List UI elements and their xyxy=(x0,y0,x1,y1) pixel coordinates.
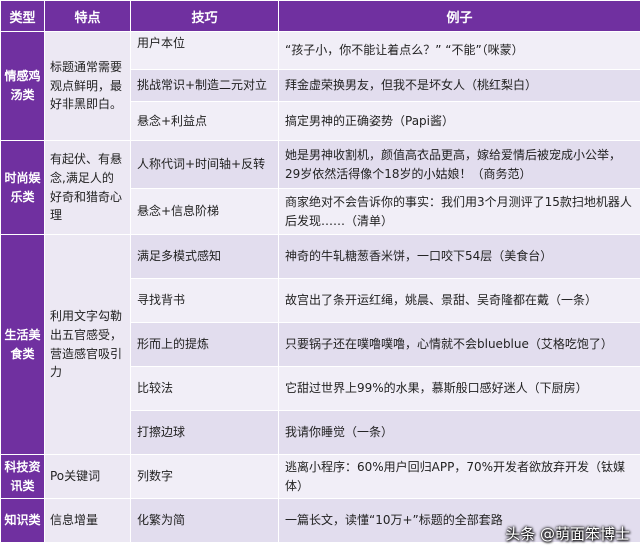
technique-cell: 挑战常识+制造二元对立 xyxy=(130,69,279,102)
technique-cell: 用户本位 xyxy=(130,31,279,70)
example-cell: 逃离小程序：60%用户回归APP，70%开发者欲放弃开发（钛媒体） xyxy=(278,454,640,499)
table-row: 科技资讯类 Po关键词 列数字 逃离小程序：60%用户回归APP，70%开发者欲… xyxy=(0,454,640,499)
feature-cell: 标题通常需要观点鲜明，最好非黑即白。 xyxy=(44,31,131,141)
category-cell: 情感鸡汤类 xyxy=(0,31,45,141)
feature-cell: 信息增量 xyxy=(44,498,131,543)
example-cell: 它甜过世界上99%的水果，慕斯般口感好迷人（下厨房） xyxy=(278,366,640,411)
table-row: 情感鸡汤类 标题通常需要观点鲜明，最好非黑即白。 用户本位 “孩子小，你不能让着… xyxy=(0,31,640,141)
header-feature: 特点 xyxy=(44,0,131,32)
category-cell: 时尚娱乐类 xyxy=(0,140,45,235)
category-cell: 知识类 xyxy=(0,498,45,543)
example-cell: 我请你睡觉（一条） xyxy=(278,410,640,455)
technique-cell: 比较法 xyxy=(130,366,279,411)
example-cell: 搞定男神的正确姿势（Papi酱） xyxy=(278,101,640,141)
example-cell: 商家绝对不会告诉你的事实：我们用3个月测评了15款扫地机器人后发现……（清单） xyxy=(278,188,640,235)
technique-cell: 悬念+利益点 xyxy=(130,101,279,141)
header-example: 例子 xyxy=(278,0,640,32)
technique-cell: 化繁为简 xyxy=(130,498,279,543)
header-technique: 技巧 xyxy=(130,0,279,32)
technique-cell: 打擦边球 xyxy=(130,410,279,455)
feature-cell: 利用文字勾勒出五官感受，营造感官吸引力 xyxy=(44,234,131,455)
table-row: 生活美食类 利用文字勾勒出五官感受，营造感官吸引力 满足多模式感知 神奇的牛轧糖… xyxy=(0,234,640,455)
watermark: 头条 @萌面笨博士 xyxy=(505,525,630,543)
example-cell: 拜金虚荣换男友，但我不是坏女人（桃红梨白） xyxy=(278,69,640,102)
title-techniques-table: 类型 特点 技巧 例子 情感鸡汤类 标题通常需要观点鲜明，最好非黑即白。 用户本… xyxy=(0,0,640,543)
feature-cell: Po关键词 xyxy=(44,454,131,499)
example-cell: 神奇的牛轧糖葱香米饼，一口咬下54层（美食台） xyxy=(278,234,640,279)
table-row: 时尚娱乐类 有起伏、有悬念,满足人的好奇和猎奇心理 人称代词+时间轴+反转 她是… xyxy=(0,140,640,235)
technique-cell: 满足多模式感知 xyxy=(130,234,279,279)
example-cell: 她是男神收割机，颜值高衣品更高，嫁给爱情后被宠成小公举，29岁依然活得像个18岁… xyxy=(278,140,640,189)
technique-cell: 形而上的提炼 xyxy=(130,322,279,367)
header-type: 类型 xyxy=(0,0,45,32)
feature-cell: 有起伏、有悬念,满足人的好奇和猎奇心理 xyxy=(44,140,131,235)
technique-cell: 寻找背书 xyxy=(130,278,279,323)
table-header-row: 类型 特点 技巧 例子 xyxy=(0,0,640,32)
example-cell: 只要锅子还在噗噜噗噜，心情就不会blueblue（艾格吃饱了） xyxy=(278,322,640,367)
technique-cell: 悬念+信息阶梯 xyxy=(130,188,279,235)
category-cell: 科技资讯类 xyxy=(0,454,45,499)
category-cell: 生活美食类 xyxy=(0,234,45,455)
example-cell: “孩子小，你不能让着点么？” “不能”（咪蒙） xyxy=(278,31,640,70)
example-cell: 故宫出了条开运红绳，姚晨、景甜、吴奇隆都在戴（一条） xyxy=(278,278,640,323)
technique-cell: 人称代词+时间轴+反转 xyxy=(130,140,279,189)
technique-cell: 列数字 xyxy=(130,454,279,499)
